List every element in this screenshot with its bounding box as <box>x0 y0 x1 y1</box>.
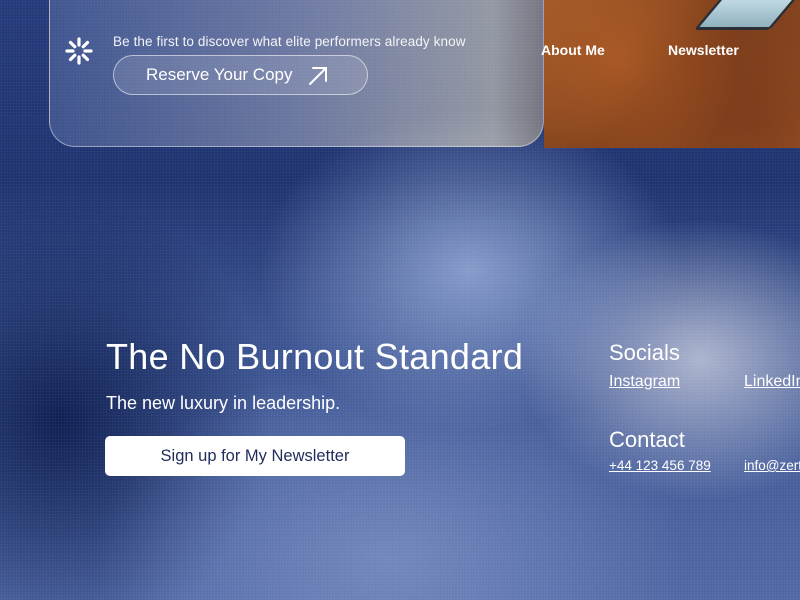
socials-heading: Socials <box>609 340 680 365</box>
reserve-copy-button[interactable]: Reserve Your Copy <box>113 55 368 95</box>
linkedin-link[interactable]: LinkedIn <box>744 373 800 391</box>
nav-link-about-me[interactable]: About Me <box>541 42 605 58</box>
banner-tagline: Be the first to discover what elite perf… <box>113 34 466 49</box>
instagram-link[interactable]: Instagram <box>609 373 680 391</box>
email-link[interactable]: info@zert <box>744 458 800 473</box>
nav-link-newsletter[interactable]: Newsletter <box>668 42 739 58</box>
starburst-logo-icon[interactable] <box>65 37 93 65</box>
phone-link[interactable]: +44 123 456 789 <box>609 458 711 473</box>
hero-subtitle: The new luxury in leadership. <box>106 393 341 413</box>
reserve-copy-label: Reserve Your Copy <box>146 65 293 84</box>
header-photo <box>544 0 800 148</box>
photo-device <box>693 0 800 30</box>
arrow-up-right-icon <box>309 67 327 85</box>
newsletter-signup-button[interactable]: Sign up for My Newsletter <box>105 436 405 476</box>
hero-title: The No Burnout Standard <box>106 336 524 377</box>
contact-heading: Contact <box>609 427 685 452</box>
